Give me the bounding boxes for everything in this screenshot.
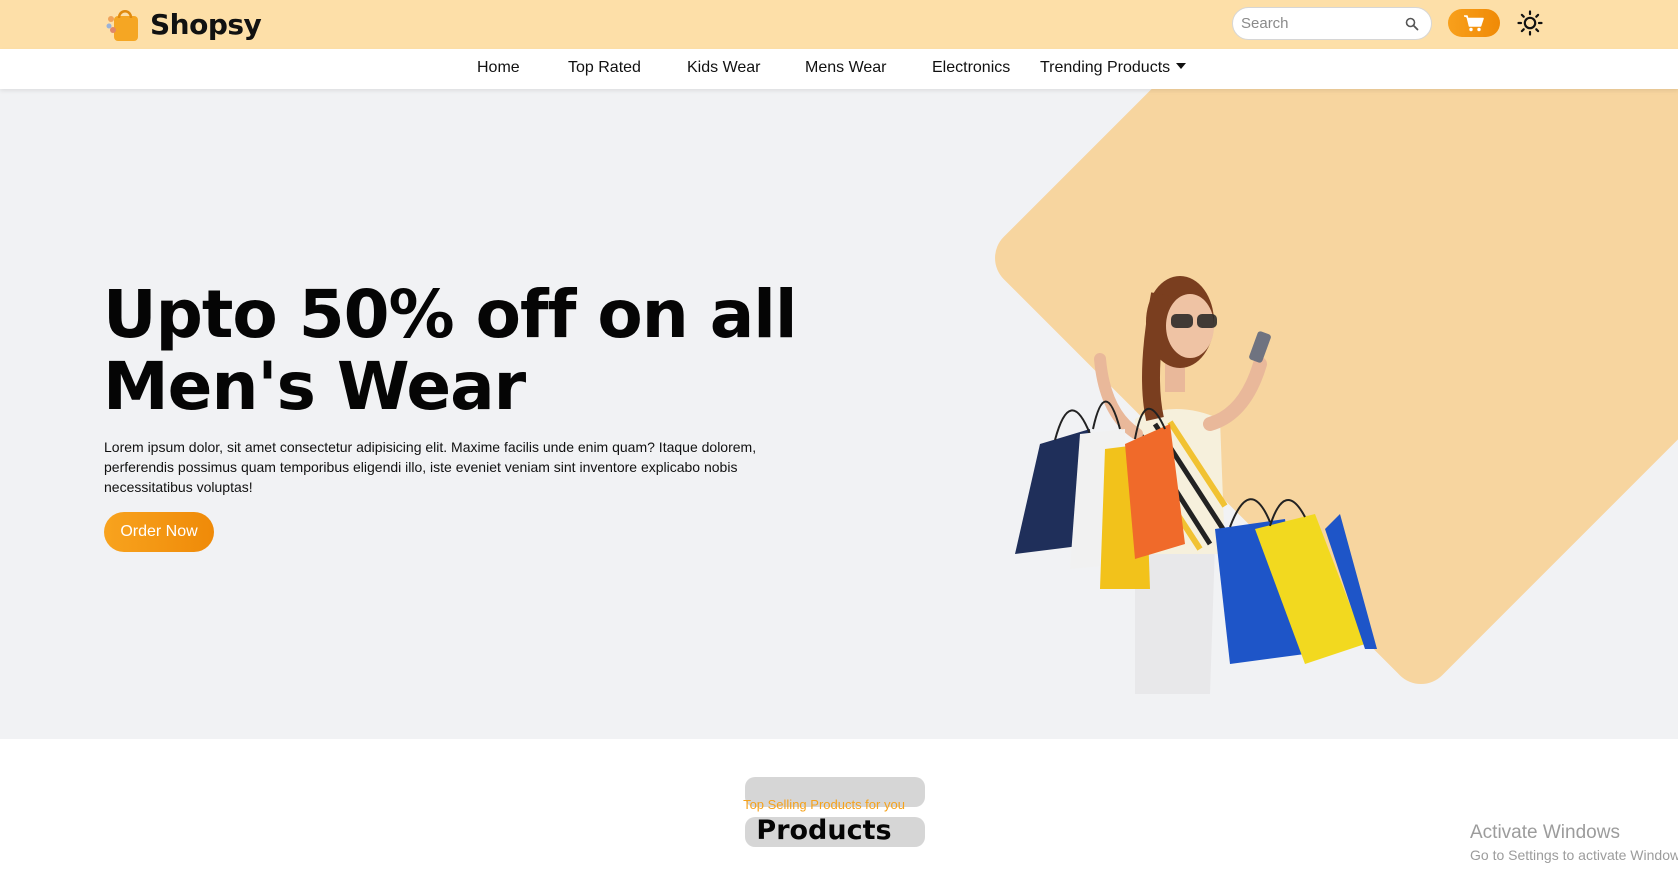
- activate-windows-title: Activate Windows: [1470, 822, 1620, 843]
- nav-item-home[interactable]: Home: [477, 59, 520, 77]
- cart-button[interactable]: [1448, 9, 1500, 37]
- hero-title: Upto 50% off on all Men's Wear: [103, 279, 803, 423]
- brand-logo-link[interactable]: Shopsy: [104, 4, 262, 44]
- nav-item-trending-products[interactable]: Trending Products: [1040, 59, 1187, 77]
- trending-products-label: Trending Products: [1040, 59, 1171, 76]
- hero-description: Lorem ipsum dolor, sit amet consectetur …: [104, 439, 757, 495]
- search-icon[interactable]: [1405, 17, 1419, 31]
- search-box[interactable]: [1232, 7, 1432, 40]
- cart-icon: [1464, 15, 1484, 32]
- hero-section: Upto 50% off on all Men's Wear Lorem ips…: [0, 89, 1678, 739]
- products-subtitle-text: Top Selling Products for you: [743, 797, 905, 812]
- main-nav: Home Top Rated Kids Wear Mens Wear Elect…: [0, 49, 1678, 89]
- hero-shopping-woman-image: [1015, 276, 1377, 694]
- products-title-text: Products: [756, 815, 892, 846]
- nav-item-kids-wear[interactable]: Kids Wear: [687, 59, 761, 77]
- shopping-bag-icon: [104, 5, 142, 43]
- watermark-logo: [745, 777, 925, 847]
- hero-title-line1: Upto 50% off on all: [103, 276, 797, 353]
- hero-title-line2: Men's Wear: [103, 348, 526, 425]
- nav-item-electronics[interactable]: Electronics: [932, 59, 1010, 77]
- caret-down-icon: [1176, 63, 1187, 69]
- products-subtitle: Top Selling Products for you: [0, 797, 1678, 812]
- sun-icon: [1517, 10, 1543, 36]
- products-heading: Products: [0, 815, 1678, 846]
- search-input[interactable]: [1241, 15, 1391, 32]
- activate-windows-watermark: Activate Windows Go to Settings to activ…: [1470, 822, 1678, 863]
- top-bar: Shopsy: [0, 0, 1678, 49]
- nav-item-mens-wear[interactable]: Mens Wear: [805, 59, 887, 77]
- brand-name: Shopsy: [150, 7, 262, 41]
- order-now-button[interactable]: Order Now: [104, 512, 214, 552]
- activate-windows-subtitle: Go to Settings to activate Windows.: [1470, 847, 1678, 863]
- theme-toggle-button[interactable]: [1517, 10, 1543, 36]
- products-section: Top Selling Products for you Products: [0, 739, 1678, 869]
- nav-item-top-rated[interactable]: Top Rated: [568, 59, 641, 77]
